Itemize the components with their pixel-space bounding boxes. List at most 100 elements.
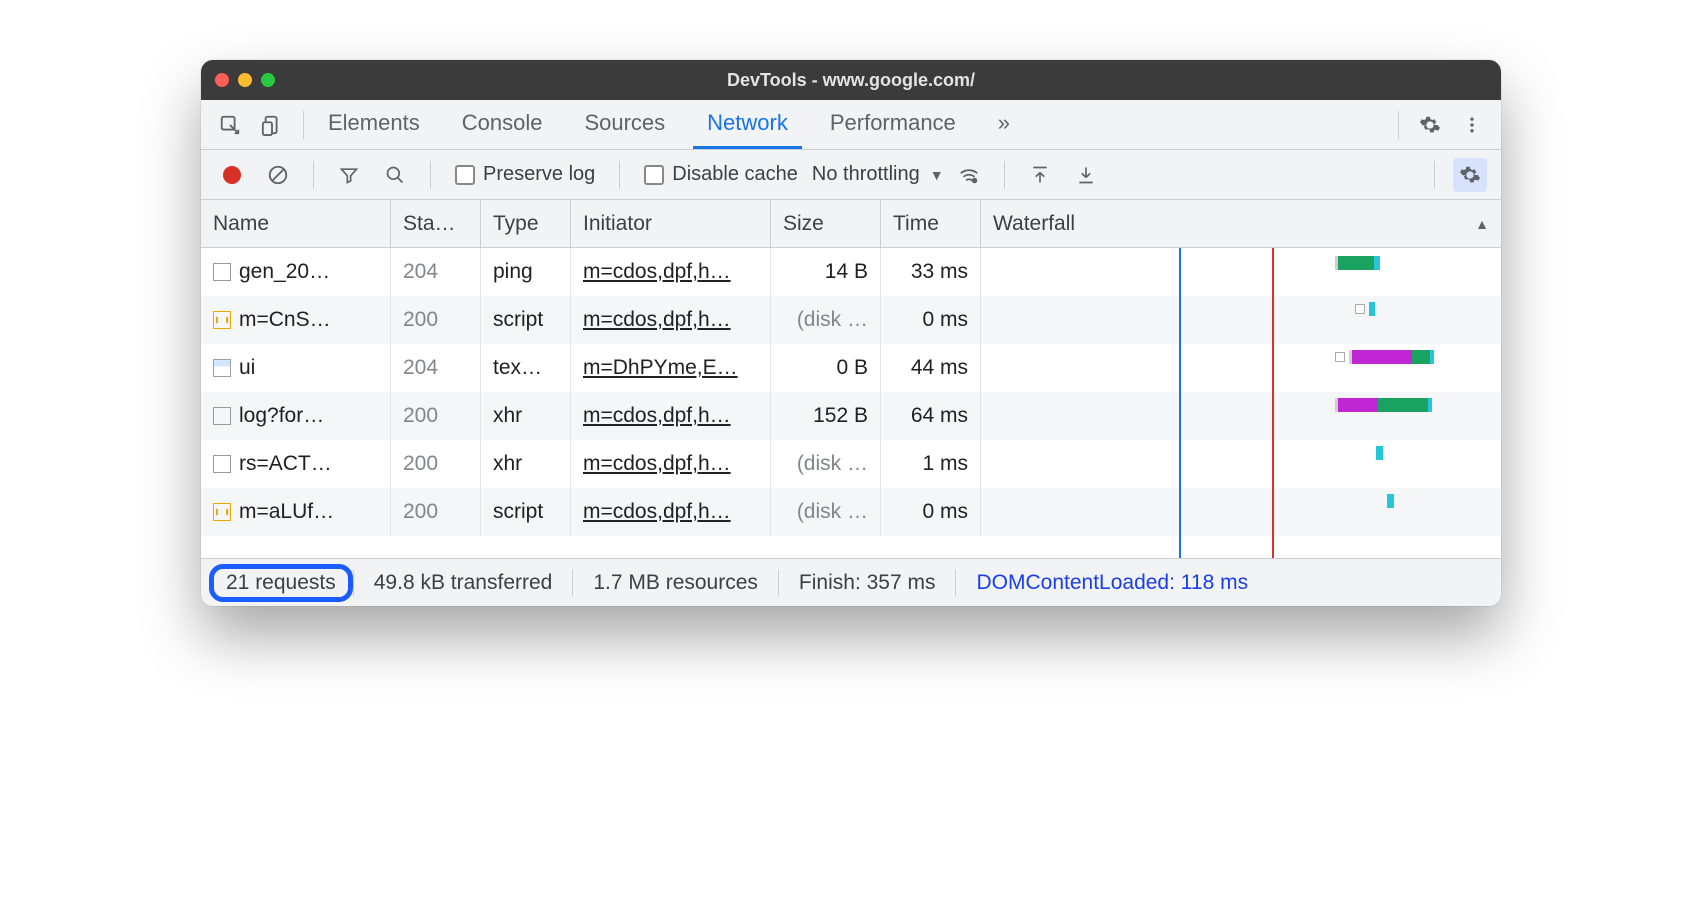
table-body: gen_20…204pingm=cdos,dpf,h…14 B33 msm=Cn… [201, 248, 1501, 558]
search-icon[interactable] [378, 158, 412, 192]
file-type-icon [213, 263, 231, 281]
cell-status: 200 [391, 440, 481, 488]
import-har-icon[interactable] [1023, 158, 1057, 192]
filter-icon[interactable] [332, 158, 366, 192]
network-toolbar: Preserve log Disable cache No throttling… [201, 150, 1501, 200]
cell-size: (disk … [771, 488, 881, 536]
titlebar: DevTools - www.google.com/ [201, 60, 1501, 100]
device-toggle-icon[interactable] [255, 108, 289, 142]
disable-cache-checkbox[interactable]: Disable cache [644, 163, 798, 186]
col-size[interactable]: Size [771, 200, 881, 247]
cell-type: tex… [481, 344, 571, 392]
file-type-icon [213, 311, 231, 329]
cell-waterfall [981, 248, 1501, 296]
table-row[interactable]: rs=ACT…200xhrm=cdos,dpf,h…(disk …1 ms [201, 440, 1501, 488]
export-har-icon[interactable] [1069, 158, 1103, 192]
separator [1398, 111, 1399, 139]
preserve-log-label: Preserve log [483, 163, 595, 186]
file-type-icon [213, 359, 231, 377]
cell-initiator[interactable]: m=cdos,dpf,h… [571, 392, 771, 440]
minimize-window[interactable] [238, 73, 252, 87]
clear-icon[interactable] [261, 158, 295, 192]
separator [619, 161, 620, 189]
file-type-icon [213, 407, 231, 425]
separator [313, 161, 314, 189]
table-row[interactable]: log?for…200xhrm=cdos,dpf,h…152 B64 ms [201, 392, 1501, 440]
finish-time: Finish: 357 ms [779, 571, 956, 595]
table-row[interactable]: m=CnS…200scriptm=cdos,dpf,h…(disk …0 ms [201, 296, 1501, 344]
cell-waterfall [981, 392, 1501, 440]
cell-type: xhr [481, 392, 571, 440]
throttling-select[interactable]: No throttling ▼ [812, 163, 944, 186]
cell-initiator[interactable]: m=cdos,dpf,h… [571, 440, 771, 488]
cell-name: ui [201, 344, 391, 392]
disable-cache-label: Disable cache [672, 163, 798, 186]
maximize-window[interactable] [261, 73, 275, 87]
cell-initiator[interactable]: m=cdos,dpf,h… [571, 488, 771, 536]
cell-type: script [481, 296, 571, 344]
inspect-icon[interactable] [213, 108, 247, 142]
cell-waterfall [981, 440, 1501, 488]
tab-sources[interactable]: Sources [570, 100, 679, 149]
col-name[interactable]: Name [201, 200, 391, 247]
col-type[interactable]: Type [481, 200, 571, 247]
separator [1004, 161, 1005, 189]
tab-console[interactable]: Console [448, 100, 557, 149]
cell-name: m=CnS… [201, 296, 391, 344]
cell-initiator[interactable]: m=cdos,dpf,h… [571, 248, 771, 296]
cell-initiator[interactable]: m=DhPYme,E… [571, 344, 771, 392]
cell-size: 14 B [771, 248, 881, 296]
cell-time: 44 ms [881, 344, 981, 392]
col-status[interactable]: Sta… [391, 200, 481, 247]
cell-status: 204 [391, 248, 481, 296]
cell-name: log?for… [201, 392, 391, 440]
col-initiator[interactable]: Initiator [571, 200, 771, 247]
cell-type: script [481, 488, 571, 536]
cell-status: 200 [391, 296, 481, 344]
cell-initiator[interactable]: m=cdos,dpf,h… [571, 296, 771, 344]
tab-network[interactable]: Network [693, 100, 802, 149]
cell-name: rs=ACT… [201, 440, 391, 488]
sort-indicator-icon: ▲ [1475, 216, 1489, 232]
record-button[interactable] [215, 158, 249, 192]
close-window[interactable] [215, 73, 229, 87]
tab-performance[interactable]: Performance [816, 100, 970, 149]
network-settings-icon[interactable] [1453, 158, 1487, 192]
panel-tabs: Elements Console Sources Network Perform… [314, 100, 1024, 149]
table-row[interactable]: m=aLUf…200scriptm=cdos,dpf,h…(disk …0 ms [201, 488, 1501, 536]
cell-time: 33 ms [881, 248, 981, 296]
table-row[interactable]: ui204tex…m=DhPYme,E…0 B44 ms [201, 344, 1501, 392]
cell-waterfall [981, 296, 1501, 344]
tab-more[interactable]: » [984, 100, 1024, 149]
cell-waterfall [981, 488, 1501, 536]
network-conditions-icon[interactable] [952, 158, 986, 192]
separator [303, 111, 304, 139]
cell-type: xhr [481, 440, 571, 488]
resources-size: 1.7 MB resources [573, 571, 778, 595]
settings-icon[interactable] [1413, 108, 1447, 142]
col-time[interactable]: Time [881, 200, 981, 247]
file-type-icon [213, 455, 231, 473]
cell-waterfall [981, 344, 1501, 392]
request-table: Name Sta… Type Initiator Size Time Water… [201, 200, 1501, 558]
preserve-log-checkbox[interactable]: Preserve log [455, 163, 595, 186]
requests-count: 21 requests [226, 571, 336, 595]
throttling-value: No throttling [812, 163, 920, 186]
kebab-menu-icon[interactable] [1455, 108, 1489, 142]
cell-time: 64 ms [881, 392, 981, 440]
chevron-down-icon: ▼ [930, 167, 944, 183]
main-tabbar: Elements Console Sources Network Perform… [201, 100, 1501, 150]
tab-elements[interactable]: Elements [314, 100, 434, 149]
cell-time: 0 ms [881, 296, 981, 344]
cell-status: 200 [391, 392, 481, 440]
col-waterfall[interactable]: Waterfall ▲ [981, 200, 1501, 247]
devtools-window: DevTools - www.google.com/ Elements Cons… [201, 60, 1501, 606]
window-controls [215, 73, 275, 87]
separator [1434, 161, 1435, 189]
statusbar: 21 requests 49.8 kB transferred 1.7 MB r… [201, 558, 1501, 606]
domcontentloaded-time: DOMContentLoaded: 118 ms [956, 571, 1268, 595]
cell-time: 1 ms [881, 440, 981, 488]
separator [430, 161, 431, 189]
cell-size: (disk … [771, 296, 881, 344]
table-row[interactable]: gen_20…204pingm=cdos,dpf,h…14 B33 ms [201, 248, 1501, 296]
